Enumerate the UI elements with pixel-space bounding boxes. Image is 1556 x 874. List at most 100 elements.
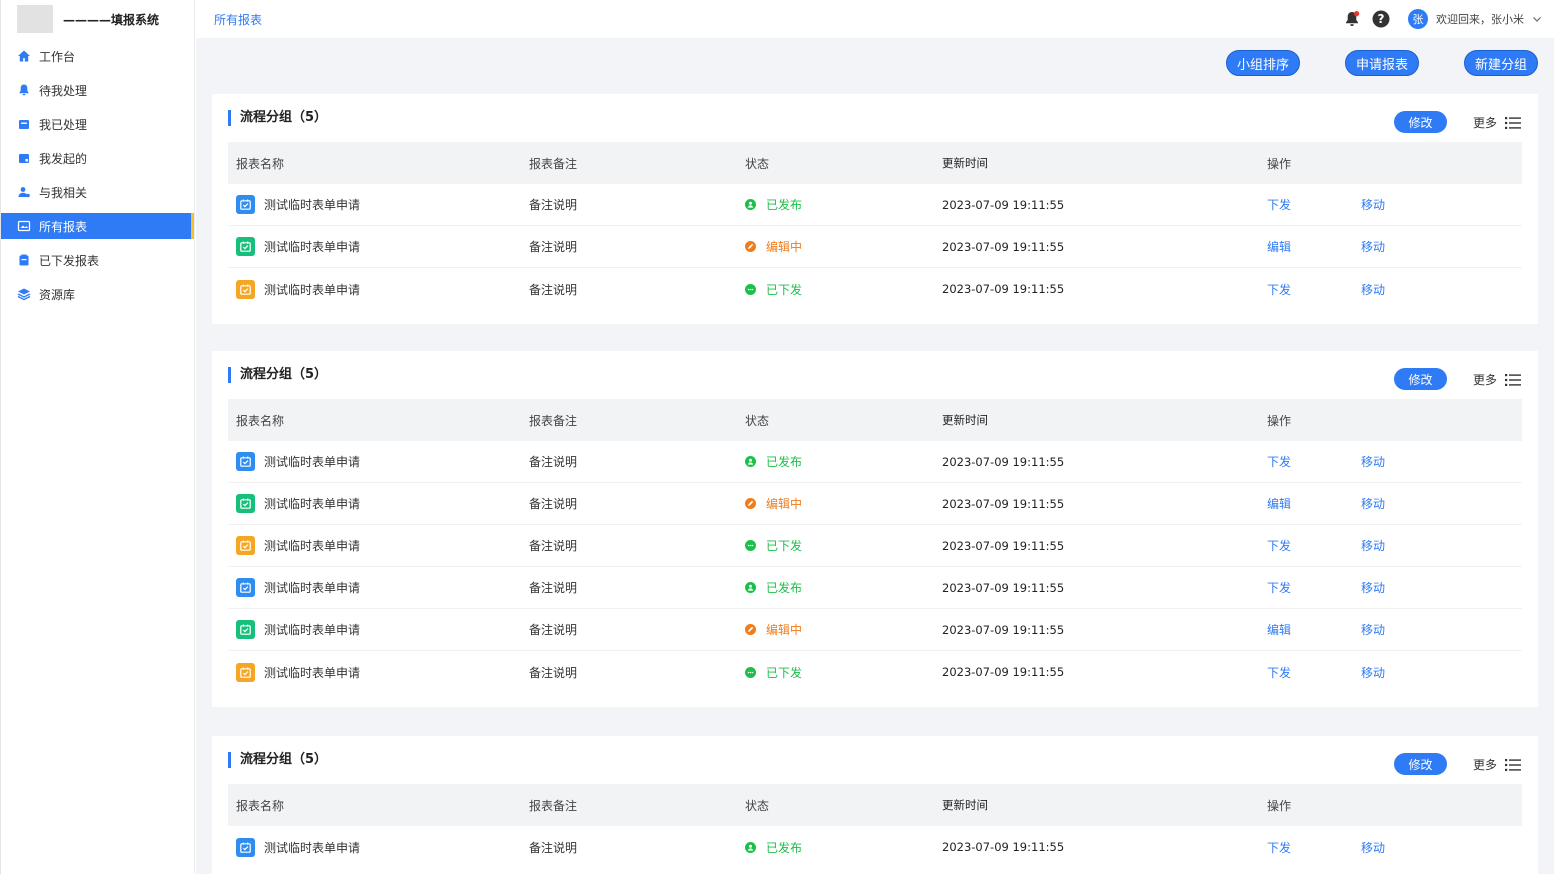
move-link[interactable]: 移动 (1361, 238, 1481, 255)
table-row[interactable]: 测试临时表单申请 备注说明 已下发 2023-07-09 19:11:55 下发 移动 (228, 525, 1522, 567)
sidebar-item[interactable]: 我已处理 (1, 111, 194, 137)
sidebar-nav: 工作台待我处理我已处理我发起的与我相关所有报表已下发报表资源库 (1, 43, 194, 307)
column-header-op: 操作 (1267, 413, 1292, 428)
issue-link[interactable]: 下发 (1267, 453, 1361, 470)
status-text: 编辑中 (766, 623, 803, 637)
status-cell: 已发布 (745, 579, 942, 596)
issue-link[interactable]: 下发 (1267, 579, 1361, 596)
move-link[interactable]: 移动 (1361, 579, 1481, 596)
new-group-button[interactable]: 新建分组 (1464, 50, 1538, 76)
report-note: 备注说明 (529, 455, 578, 469)
editing-status-icon (745, 241, 756, 252)
report-name[interactable]: 测试临时表单申请 (264, 495, 360, 512)
report-name[interactable]: 测试临时表单申请 (264, 839, 360, 856)
sidebar-item[interactable]: 与我相关 (1, 179, 194, 205)
table-row[interactable]: 测试临时表单申请 备注说明 编辑中 2023-07-09 19:11:55 编辑 移动 (228, 609, 1522, 651)
column-header-note: 报表备注 (529, 798, 578, 813)
report-note: 备注说明 (529, 198, 578, 212)
edit-link[interactable]: 编辑 (1267, 621, 1361, 638)
move-link[interactable]: 移动 (1361, 495, 1481, 512)
app-title: ————填报系统 (63, 12, 160, 27)
sidebar-item[interactable]: 我发起的 (1, 145, 194, 171)
sidebar-item[interactable]: 待我处理 (1, 77, 194, 103)
move-link[interactable]: 移动 (1361, 196, 1481, 213)
report-name[interactable]: 测试临时表单申请 (264, 281, 360, 298)
move-link[interactable]: 移动 (1361, 621, 1481, 638)
chevron-down-icon[interactable] (1532, 14, 1542, 24)
sidebar-item[interactable]: 资源库 (1, 281, 194, 307)
status-cell: 已发布 (745, 839, 942, 856)
table-row[interactable]: 测试临时表单申请 备注说明 已发布 2023-07-09 19:11:55 下发 移动 (228, 826, 1522, 868)
more-label: 更多 (1472, 116, 1497, 130)
issue-link[interactable]: 下发 (1267, 839, 1361, 856)
updated-time: 2023-07-09 19:11:55 (942, 580, 1065, 595)
edit-group-button[interactable]: 修改 (1394, 111, 1447, 133)
calendar-form-icon (236, 578, 255, 597)
issue-link[interactable]: 下发 (1267, 664, 1361, 681)
apply-report-button[interactable]: 申请报表 (1345, 50, 1419, 76)
status-text: 编辑中 (766, 240, 803, 254)
welcome-text: 欢迎回来，张小米 (1436, 13, 1524, 26)
breadcrumb[interactable]: 所有报表 (214, 11, 262, 28)
report-name[interactable]: 测试临时表单申请 (264, 238, 360, 255)
more-menu[interactable]: 更多 (1473, 114, 1521, 131)
help-icon[interactable]: ? (1371, 9, 1391, 29)
status-cell: 编辑中 (745, 621, 942, 638)
report-name-cell: 测试临时表单申请 (228, 452, 529, 471)
column-header-note: 报表备注 (529, 156, 578, 171)
issue-link[interactable]: 下发 (1267, 196, 1361, 213)
table-row[interactable]: 测试临时表单申请 备注说明 编辑中 2023-07-09 19:11:55 编辑 移动 (228, 483, 1522, 525)
table-row[interactable]: 测试临时表单申请 备注说明 已发布 2023-07-09 19:11:55 下发 移动 (228, 184, 1522, 226)
report-name-cell: 测试临时表单申请 (228, 578, 529, 597)
report-name[interactable]: 测试临时表单申请 (264, 579, 360, 596)
check-status-icon (745, 456, 756, 467)
table-row[interactable]: 测试临时表单申请 备注说明 已发布 2023-07-09 19:11:55 下发 移动 (228, 441, 1522, 483)
check-status-icon (745, 841, 756, 853)
sidebar-item[interactable]: 所有报表 (1, 213, 194, 239)
issue-link[interactable]: 下发 (1267, 281, 1361, 298)
more-menu[interactable]: 更多 (1473, 371, 1521, 388)
report-name[interactable]: 测试临时表单申请 (264, 664, 360, 681)
calendar-form-icon (236, 237, 255, 256)
more-label: 更多 (1472, 758, 1497, 772)
edit-link[interactable]: 编辑 (1267, 495, 1361, 512)
calendar-form-icon (236, 536, 255, 555)
table-row[interactable]: 测试临时表单申请 备注说明 已下发 2023-07-09 19:11:55 下发 移动 (228, 268, 1522, 310)
updated-time: 2023-07-09 19:11:55 (942, 282, 1065, 296)
column-header-name: 报表名称 (236, 156, 285, 171)
table-row[interactable]: 测试临时表单申请 备注说明 已下发 2023-07-09 19:11:55 下发 移动 (228, 651, 1522, 693)
more-menu[interactable]: 更多 (1473, 756, 1521, 773)
notification-bell-icon[interactable] (1342, 9, 1362, 29)
sidebar-item-label: 已下发报表 (39, 253, 100, 268)
list-menu-icon (1505, 116, 1521, 130)
report-table: 报表名称 报表备注 状态 更新时间 操作 测试临时表单申请 备注说明 已发布 2023-07-0… (228, 784, 1522, 868)
report-name-cell: 测试临时表单申请 (228, 837, 529, 857)
sidebar-item[interactable]: 已下发报表 (1, 247, 194, 273)
avatar[interactable]: 张 (1408, 9, 1428, 29)
column-header-name: 报表名称 (236, 413, 285, 428)
report-name[interactable]: 测试临时表单申请 (264, 621, 360, 638)
edit-group-button[interactable]: 修改 (1394, 753, 1447, 775)
edit-link[interactable]: 编辑 (1267, 238, 1361, 255)
column-header-time: 更新时间 (942, 413, 988, 427)
move-link[interactable]: 移动 (1361, 453, 1481, 470)
group-title: 流程分组（5） (228, 367, 327, 383)
edit-group-button[interactable]: 修改 (1394, 368, 1447, 390)
report-name[interactable]: 测试临时表单申请 (264, 537, 360, 554)
move-link[interactable]: 移动 (1361, 281, 1481, 298)
sort-group-button[interactable]: 小组排序 (1226, 50, 1300, 76)
move-link[interactable]: 移动 (1361, 664, 1481, 681)
sidebar-item[interactable]: 工作台 (1, 43, 194, 69)
report-name-cell: 测试临时表单申请 (228, 279, 529, 299)
table-row[interactable]: 测试临时表单申请 备注说明 编辑中 2023-07-09 19:11:55 编辑 移动 (228, 226, 1522, 268)
calendar-form-icon (236, 452, 255, 471)
move-link[interactable]: 移动 (1361, 839, 1481, 856)
issue-link[interactable]: 下发 (1267, 537, 1361, 554)
report-name[interactable]: 测试临时表单申请 (264, 453, 360, 470)
move-link[interactable]: 移动 (1361, 537, 1481, 554)
main-content: 小组排序 申请报表 新建分组 流程分组（5） 修改 更多 报表名称 报表备注 状态 更新时间… (196, 38, 1554, 874)
column-header-status: 状态 (745, 798, 770, 813)
logo (17, 5, 53, 33)
table-row[interactable]: 测试临时表单申请 备注说明 已发布 2023-07-09 19:11:55 下发 移动 (228, 567, 1522, 609)
report-name[interactable]: 测试临时表单申请 (264, 196, 360, 213)
